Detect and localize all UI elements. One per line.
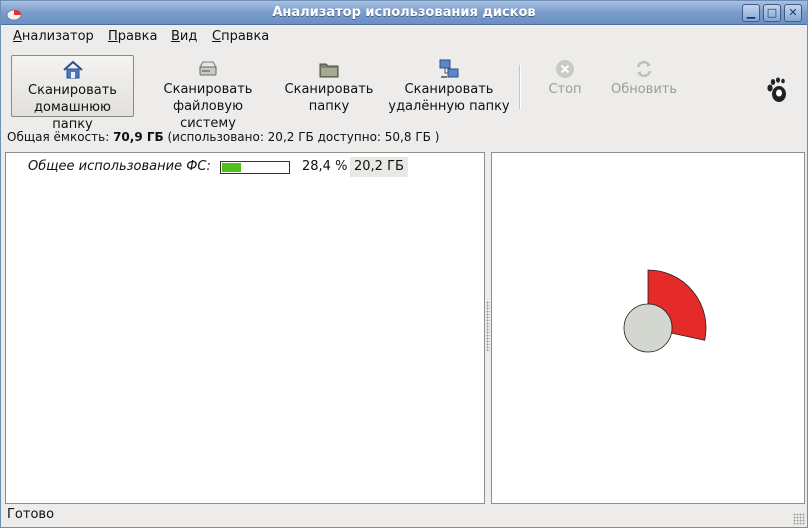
toolbar: Сканировать домашнюю папку Сканировать ф… (1, 49, 807, 132)
stop-icon (556, 60, 574, 78)
folder-tree-pane[interactable]: Общее использование ФС: 28,4 % 20,2 ГБ (5, 152, 485, 504)
menu-view-mnemonic: В (171, 29, 180, 44)
title-bar[interactable]: Анализатор использования дисков ▁ □ ✕ (1, 1, 807, 25)
scan-filesystem-label: Сканировать файловую систему (163, 82, 253, 131)
fs-usage-size: 20,2 ГБ (350, 157, 408, 177)
scan-filesystem-button[interactable]: Сканировать файловую систему (143, 55, 273, 131)
stop-button[interactable]: Стоп (539, 55, 591, 117)
menu-view-label: ид (179, 29, 198, 44)
scan-remote-label: Сканировать удалённую папку (388, 82, 510, 114)
app-window: Анализатор использования дисков ▁ □ ✕ Ан… (0, 0, 808, 528)
minimize-button[interactable]: ▁ (742, 4, 760, 22)
gnome-foot-icon (767, 77, 786, 102)
pane-splitter-handle[interactable] (486, 301, 490, 351)
menu-help[interactable]: Справка (212, 29, 269, 44)
menu-edit[interactable]: Правка (108, 29, 157, 44)
stop-label: Стоп (548, 82, 582, 97)
fs-usage-bar (220, 161, 290, 174)
menu-analyzer[interactable]: Анализатор (13, 29, 94, 44)
fs-usage-label: Общее использование ФС: (28, 159, 211, 174)
close-button[interactable]: ✕ (784, 4, 802, 22)
scan-folder-label: Сканировать папку (284, 82, 374, 114)
menu-analyzer-mnemonic: А (13, 29, 22, 44)
toolbar-separator (519, 65, 521, 109)
scan-home-label: Сканировать домашнюю папку (28, 83, 117, 132)
refresh-icon (636, 60, 652, 78)
fs-usage-percent: 28,4 % (302, 159, 348, 174)
menu-help-mnemonic: С (212, 29, 222, 44)
capacity-summary: Общая ёмкость: 70,9 ГБ (использовано: 20… (7, 130, 439, 144)
maximize-button[interactable]: □ (763, 4, 781, 22)
capacity-total: 70,9 ГБ (113, 130, 164, 144)
window-resize-grip[interactable] (793, 513, 805, 525)
menu-edit-label: равка (117, 29, 158, 44)
capacity-prefix: Общая ёмкость: (7, 130, 114, 144)
menu-edit-mnemonic: П (108, 29, 118, 44)
folder-icon (319, 63, 339, 78)
tree-row-filesystem[interactable]: Общее использование ФС: 28,4 % 20,2 ГБ (6, 157, 484, 177)
menu-bar: Анализатор Правка Вид Справка (1, 25, 807, 49)
scan-home-button[interactable]: Сканировать домашнюю папку (11, 55, 134, 132)
home-icon (62, 60, 83, 79)
status-text: Готово (7, 507, 55, 522)
ring-chart-pane[interactable] (491, 152, 805, 504)
ring-chart[interactable] (492, 153, 804, 503)
refresh-button[interactable]: Обновить (606, 55, 682, 117)
scan-remote-button[interactable]: Сканировать удалённую папку (386, 55, 512, 117)
harddisk-icon (199, 61, 217, 76)
menu-analyzer-label: нализатор (21, 29, 94, 44)
window-title: Анализатор использования дисков (272, 5, 536, 20)
fs-usage-bar-fill (222, 163, 241, 172)
scan-folder-button[interactable]: Сканировать папку (281, 55, 377, 117)
menu-help-label: правка (221, 29, 270, 44)
ring-chart-center[interactable] (623, 303, 673, 353)
capacity-details: (использовано: 20,2 ГБ доступно: 50,8 ГБ… (163, 130, 440, 144)
network-icon (439, 59, 459, 78)
menu-view[interactable]: Вид (171, 29, 197, 44)
refresh-label: Обновить (610, 82, 678, 97)
